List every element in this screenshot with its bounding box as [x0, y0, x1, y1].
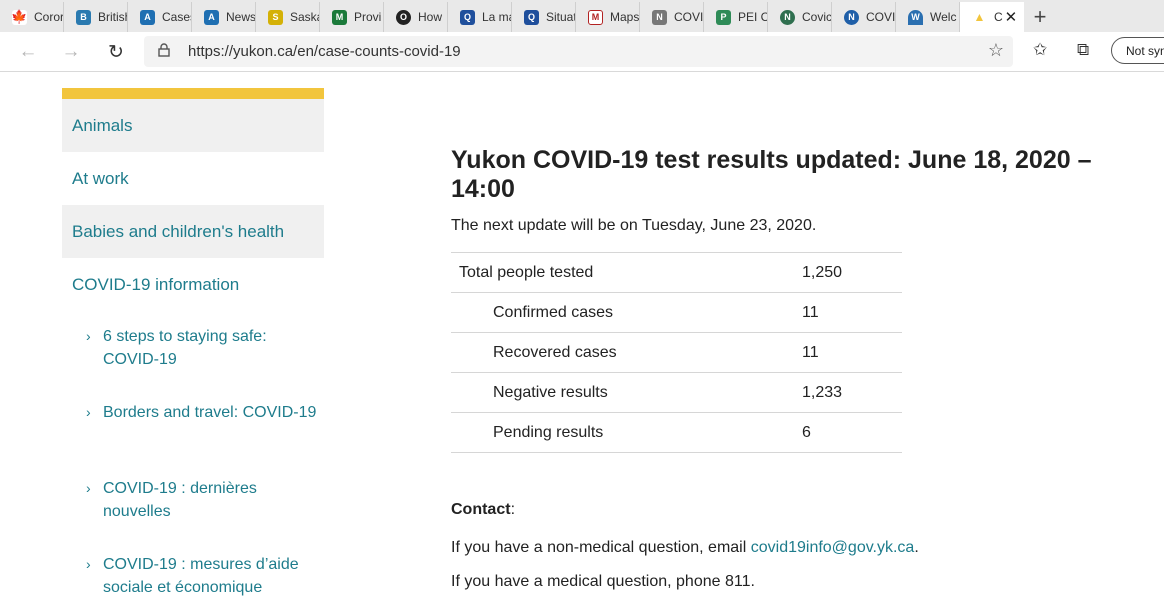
- nl-icon: N: [844, 9, 859, 25]
- yukon-icon: ▲: [972, 9, 987, 25]
- browser-tab[interactable]: N Covic: [768, 2, 832, 32]
- sidebar-subitem[interactable]: › COVID-19 : mesures d’aide sociale et é…: [62, 539, 324, 615]
- browser-tab[interactable]: Q Situat: [512, 2, 576, 32]
- row-value: 6: [802, 412, 902, 453]
- sidebar-subitem[interactable]: › COVID-19 : dernières nouvelles: [62, 463, 324, 539]
- sync-button[interactable]: Not syn: [1111, 37, 1164, 64]
- browser-tab[interactable]: BBritish: [64, 2, 128, 32]
- sidebar-item-babies-health[interactable]: Babies and children's health: [62, 205, 324, 258]
- browser-tab[interactable]: M Provi: [320, 2, 384, 32]
- browser-tab[interactable]: M Maps: [576, 2, 640, 32]
- chevron-right-icon: ›: [86, 480, 91, 496]
- quebec-icon: Q: [460, 9, 475, 25]
- sidebar-accent-bar: [62, 88, 324, 99]
- contact-phone-line: If you have a medical question, phone 81…: [451, 573, 755, 590]
- chevron-right-icon: ›: [86, 404, 91, 420]
- favorites-list-icon[interactable]: ✩: [1033, 40, 1047, 60]
- browser-tab[interactable]: 🍁 Coror: [0, 2, 64, 32]
- contact-email-line: If you have a non-medical question, emai…: [451, 539, 919, 556]
- browser-tab-active[interactable]: ▲ C ✕: [960, 2, 1024, 32]
- row-value: 1,233: [802, 372, 902, 413]
- address-bar[interactable]: https://yukon.ca/en/case-counts-covid-19…: [144, 36, 1013, 67]
- ontario-icon: O: [396, 9, 411, 25]
- alberta-icon: A: [140, 9, 155, 25]
- collections-icon[interactable]: ⧉: [1077, 40, 1089, 60]
- browser-tab[interactable]: O How: [384, 2, 448, 32]
- sidebar-item-at-work[interactable]: At work: [62, 152, 324, 205]
- chevron-right-icon: ›: [86, 556, 91, 572]
- sidebar-subitem[interactable]: › 6 steps to staying safe: COVID-19: [62, 311, 324, 387]
- email-link[interactable]: covid19info@gov.yk.ca: [751, 539, 915, 556]
- forward-arrow-icon[interactable]: →: [57, 38, 85, 66]
- manitoba-icon: M: [332, 9, 347, 25]
- browser-tab[interactable]: N COVI: [640, 2, 704, 32]
- row-label: Total people tested: [451, 252, 802, 293]
- refresh-icon[interactable]: ↻: [102, 38, 130, 66]
- browser-tab[interactable]: A News: [192, 2, 256, 32]
- browser-tab[interactable]: SSaska: [256, 2, 320, 32]
- contact-heading: Contact:: [451, 501, 516, 518]
- chevron-right-icon: ›: [86, 328, 91, 344]
- table-row: Negative results 1,233: [451, 372, 902, 413]
- favorite-star-icon[interactable]: ☆: [988, 40, 1004, 61]
- row-value: 1,250: [802, 252, 902, 293]
- pei-icon: P: [716, 9, 731, 25]
- nwt-icon: W: [908, 9, 923, 25]
- browser-tab[interactable]: QLa ma: [448, 2, 512, 32]
- table-row: Total people tested 1,250: [451, 252, 902, 293]
- browser-tab[interactable]: W Welc: [896, 2, 960, 32]
- alberta-icon: A: [204, 9, 219, 25]
- sidebar-item-animals[interactable]: Animals: [62, 99, 324, 152]
- new-tab-icon[interactable]: +: [1024, 2, 1056, 32]
- row-value: 11: [802, 292, 902, 333]
- ns-icon: N: [780, 9, 795, 25]
- table-row: Confirmed cases 11: [451, 292, 902, 333]
- table-row: Recovered cases 11: [451, 332, 902, 373]
- url-text[interactable]: https://yukon.ca/en/case-counts-covid-19: [188, 43, 461, 60]
- next-update-text: The next update will be on Tuesday, June…: [451, 217, 817, 234]
- table-row: Pending results 6: [451, 412, 902, 453]
- results-table: Total people tested 1,250 Confirmed case…: [451, 252, 902, 453]
- row-label: Confirmed cases: [451, 292, 802, 333]
- browser-tab[interactable]: P PEI C: [704, 2, 768, 32]
- bc-icon: B: [76, 9, 91, 25]
- maps-icon: M: [588, 9, 603, 25]
- quebec-icon: Q: [524, 9, 539, 25]
- tab-strip: 🍁Coror BBritish ACases ANews SSaska MPro…: [0, 0, 1164, 32]
- lock-icon: [158, 43, 170, 57]
- row-label: Recovered cases: [451, 332, 802, 373]
- page-title: Yukon COVID-19 test results updated: Jun…: [451, 146, 1092, 203]
- browser-tab[interactable]: N COVI: [832, 2, 896, 32]
- row-label: Pending results: [451, 412, 802, 453]
- sidebar-subitem[interactable]: › Borders and travel: COVID-19: [62, 387, 324, 463]
- nb-icon: N: [652, 9, 667, 25]
- row-label: Negative results: [451, 372, 802, 413]
- back-arrow-icon[interactable]: ←: [14, 38, 42, 66]
- browser-tab[interactable]: ACases: [128, 2, 192, 32]
- saskatchewan-icon: S: [268, 9, 283, 25]
- maple-leaf-icon: 🍁: [11, 9, 28, 25]
- row-value: 11: [802, 332, 902, 373]
- sidebar-item-covid-info[interactable]: COVID-19 information: [62, 258, 324, 311]
- close-tab-icon[interactable]: ✕: [1005, 8, 1018, 26]
- navigation-bar: ← → ↻ https://yukon.ca/en/case-counts-co…: [0, 32, 1164, 72]
- sidebar-nav: Animals At work Babies and children's he…: [62, 88, 324, 615]
